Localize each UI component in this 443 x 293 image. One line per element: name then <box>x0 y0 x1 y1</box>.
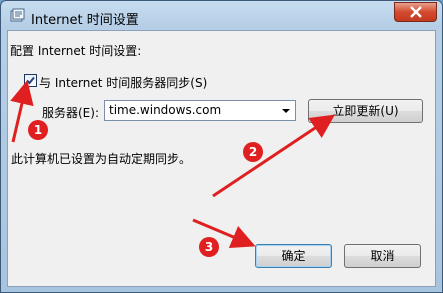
annotation-marker-1: 1 <box>28 120 48 140</box>
annotation-marker-2: 2 <box>243 142 263 162</box>
arrow-2 <box>212 114 335 198</box>
arrow-1 <box>10 80 34 143</box>
annotation-arrows <box>10 80 335 249</box>
annotation-marker-3: 3 <box>199 237 219 257</box>
